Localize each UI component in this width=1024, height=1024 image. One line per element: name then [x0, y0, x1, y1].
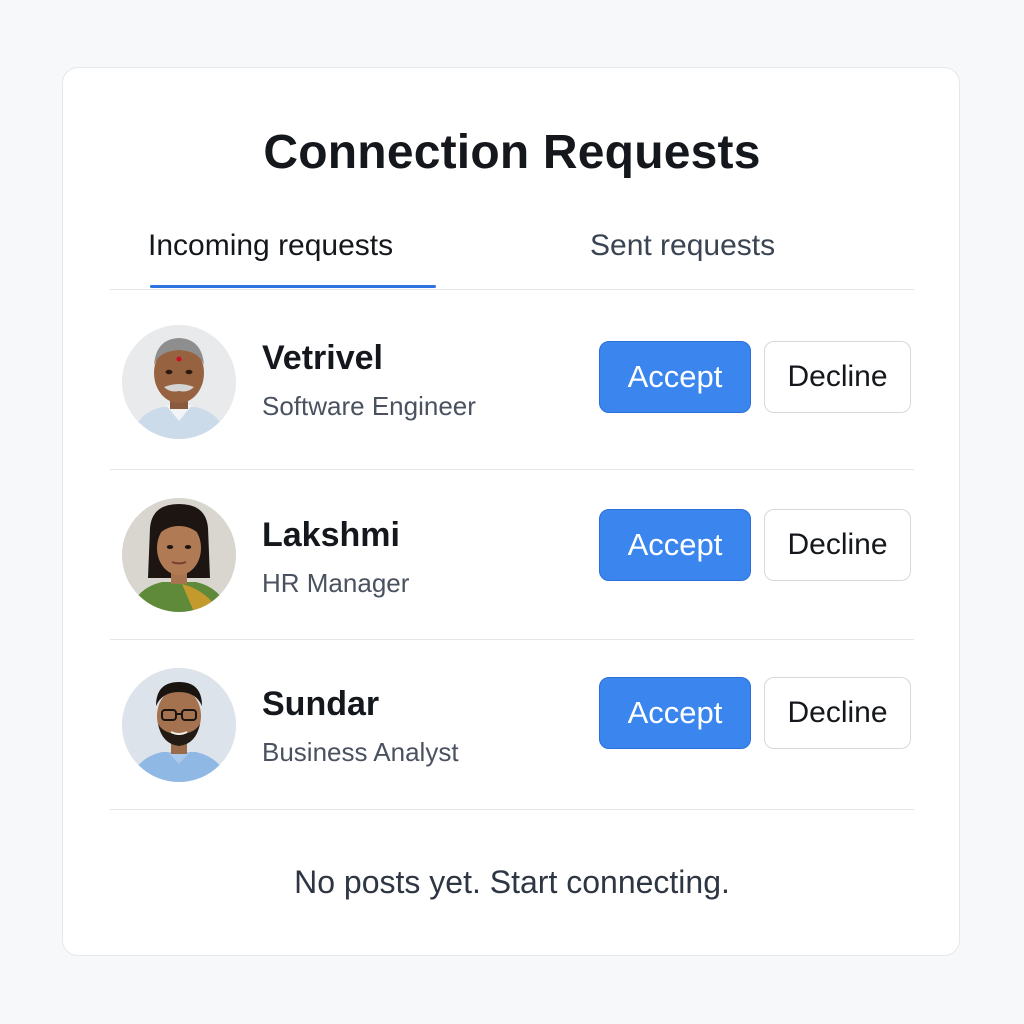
- request-row-vetrivel: Vetrivel Software Engineer Accept Declin…: [110, 298, 914, 466]
- requester-role: Business Analyst: [262, 737, 459, 767]
- request-row-sundar: Sundar Business Analyst Accept Decline: [110, 640, 914, 808]
- avatar-vetrivel: [122, 325, 236, 439]
- row-divider: [110, 809, 914, 810]
- request-row-lakshmi: Lakshmi HR Manager Accept Decline: [110, 470, 914, 638]
- requester-name: Sundar: [262, 685, 380, 723]
- decline-button[interactable]: Decline: [764, 509, 911, 581]
- avatar-vetrivel-image: [122, 325, 236, 439]
- decline-button[interactable]: Decline: [764, 341, 911, 413]
- requester-name: Lakshmi: [262, 516, 400, 554]
- avatar-sundar: [122, 668, 236, 782]
- accept-button[interactable]: Accept: [599, 509, 751, 581]
- decline-button[interactable]: Decline: [764, 677, 911, 749]
- active-tab-indicator: [150, 285, 436, 288]
- avatar-sundar-image: [122, 668, 236, 782]
- requester-name: Vetrivel: [262, 339, 383, 377]
- requester-role: HR Manager: [262, 568, 410, 598]
- tabs-divider: [110, 289, 914, 290]
- requester-role: Software Engineer: [262, 391, 476, 421]
- accept-button[interactable]: Accept: [599, 677, 751, 749]
- avatar-lakshmi-image: [122, 498, 236, 612]
- tab-sent-requests[interactable]: Sent requests: [590, 226, 775, 266]
- page-title: Connection Requests: [263, 126, 761, 179]
- empty-state-message: No posts yet. Start connecting.: [294, 864, 730, 900]
- avatar-lakshmi: [122, 498, 236, 612]
- tab-incoming-requests[interactable]: Incoming requests: [148, 226, 393, 266]
- accept-button[interactable]: Accept: [599, 341, 751, 413]
